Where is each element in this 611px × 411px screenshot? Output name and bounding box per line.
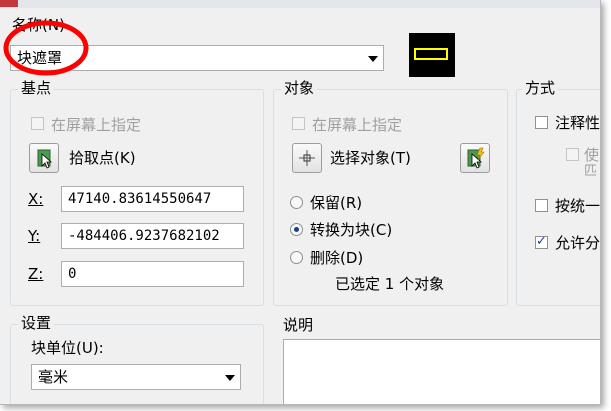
quick-select-button[interactable] (460, 143, 490, 173)
convert-to-block-label: 转换为块(C) (310, 221, 393, 239)
block-unit-label: 块单位(U): (31, 339, 104, 357)
pick-point-label: 拾取点(K) (69, 149, 136, 167)
quick-select-icon (467, 147, 485, 169)
chevron-down-icon[interactable] (225, 375, 235, 381)
z-label: Z: (28, 265, 44, 283)
pick-point-icon (37, 149, 53, 169)
basepoint-specify-checkbox[interactable] (31, 117, 44, 130)
annotative-checkbox[interactable] (535, 116, 548, 129)
match-orientation-checkbox[interactable] (566, 148, 579, 161)
pick-point-button[interactable] (29, 143, 59, 173)
preview-rectangle (414, 48, 448, 60)
checkmark-icon: ✓ (536, 234, 547, 249)
title-bar (0, 0, 600, 8)
block-definition-dialog: 名称(N) 块遮罩 基点 在屏幕上指定 拾取点(K) X: 47140.8361… (0, 0, 601, 405)
radio-selected-dot (294, 227, 299, 232)
delete-label: 删除(D) (310, 249, 364, 267)
objects-specify-label: 在屏幕上指定 (312, 116, 403, 134)
basepoint-specify-label: 在屏幕上指定 (51, 116, 142, 134)
basepoint-title: 基点 (18, 79, 55, 97)
x-label: X: (28, 190, 44, 208)
settings-title: 设置 (18, 314, 55, 332)
match-orientation-label-2: 匹 (584, 164, 598, 179)
block-unit-value: 毫米 (38, 368, 69, 386)
behavior-title: 方式 (522, 79, 559, 97)
allow-exploding-checkbox[interactable]: ✓ (535, 234, 548, 249)
select-objects-label: 选择对象(T) (330, 149, 411, 167)
select-objects-button[interactable] (292, 143, 322, 173)
description-title: 说明 (283, 316, 314, 334)
app-icon (0, 0, 18, 7)
description-textarea[interactable] (283, 339, 600, 404)
objects-specify-checkbox[interactable] (292, 117, 305, 130)
annotative-label: 注释性 (555, 114, 601, 132)
block-unit-combobox[interactable]: 毫米 (31, 364, 241, 390)
selection-status: 已选定 1 个对象 (335, 275, 445, 293)
crosshair-icon (299, 150, 315, 166)
block-preview (409, 33, 455, 77)
delete-radio[interactable] (290, 251, 303, 264)
x-coordinate-input[interactable]: 47140.83614550647 (61, 186, 244, 212)
allow-exploding-label: 允许分 (555, 234, 601, 252)
scale-uniformly-checkbox[interactable] (535, 199, 548, 212)
retain-radio[interactable] (290, 196, 303, 209)
chevron-down-icon[interactable] (368, 56, 378, 62)
z-coordinate-input[interactable]: 0 (61, 261, 244, 287)
y-label: Y: (28, 227, 41, 245)
red-annotation-circle (3, 20, 89, 76)
y-coordinate-input[interactable]: -484406.9237682102 (61, 223, 244, 249)
retain-label: 保留(R) (310, 194, 363, 212)
scale-uniformly-label: 按统一 (555, 197, 601, 215)
objects-title: 对象 (281, 79, 318, 97)
convert-to-block-radio[interactable] (290, 223, 303, 236)
